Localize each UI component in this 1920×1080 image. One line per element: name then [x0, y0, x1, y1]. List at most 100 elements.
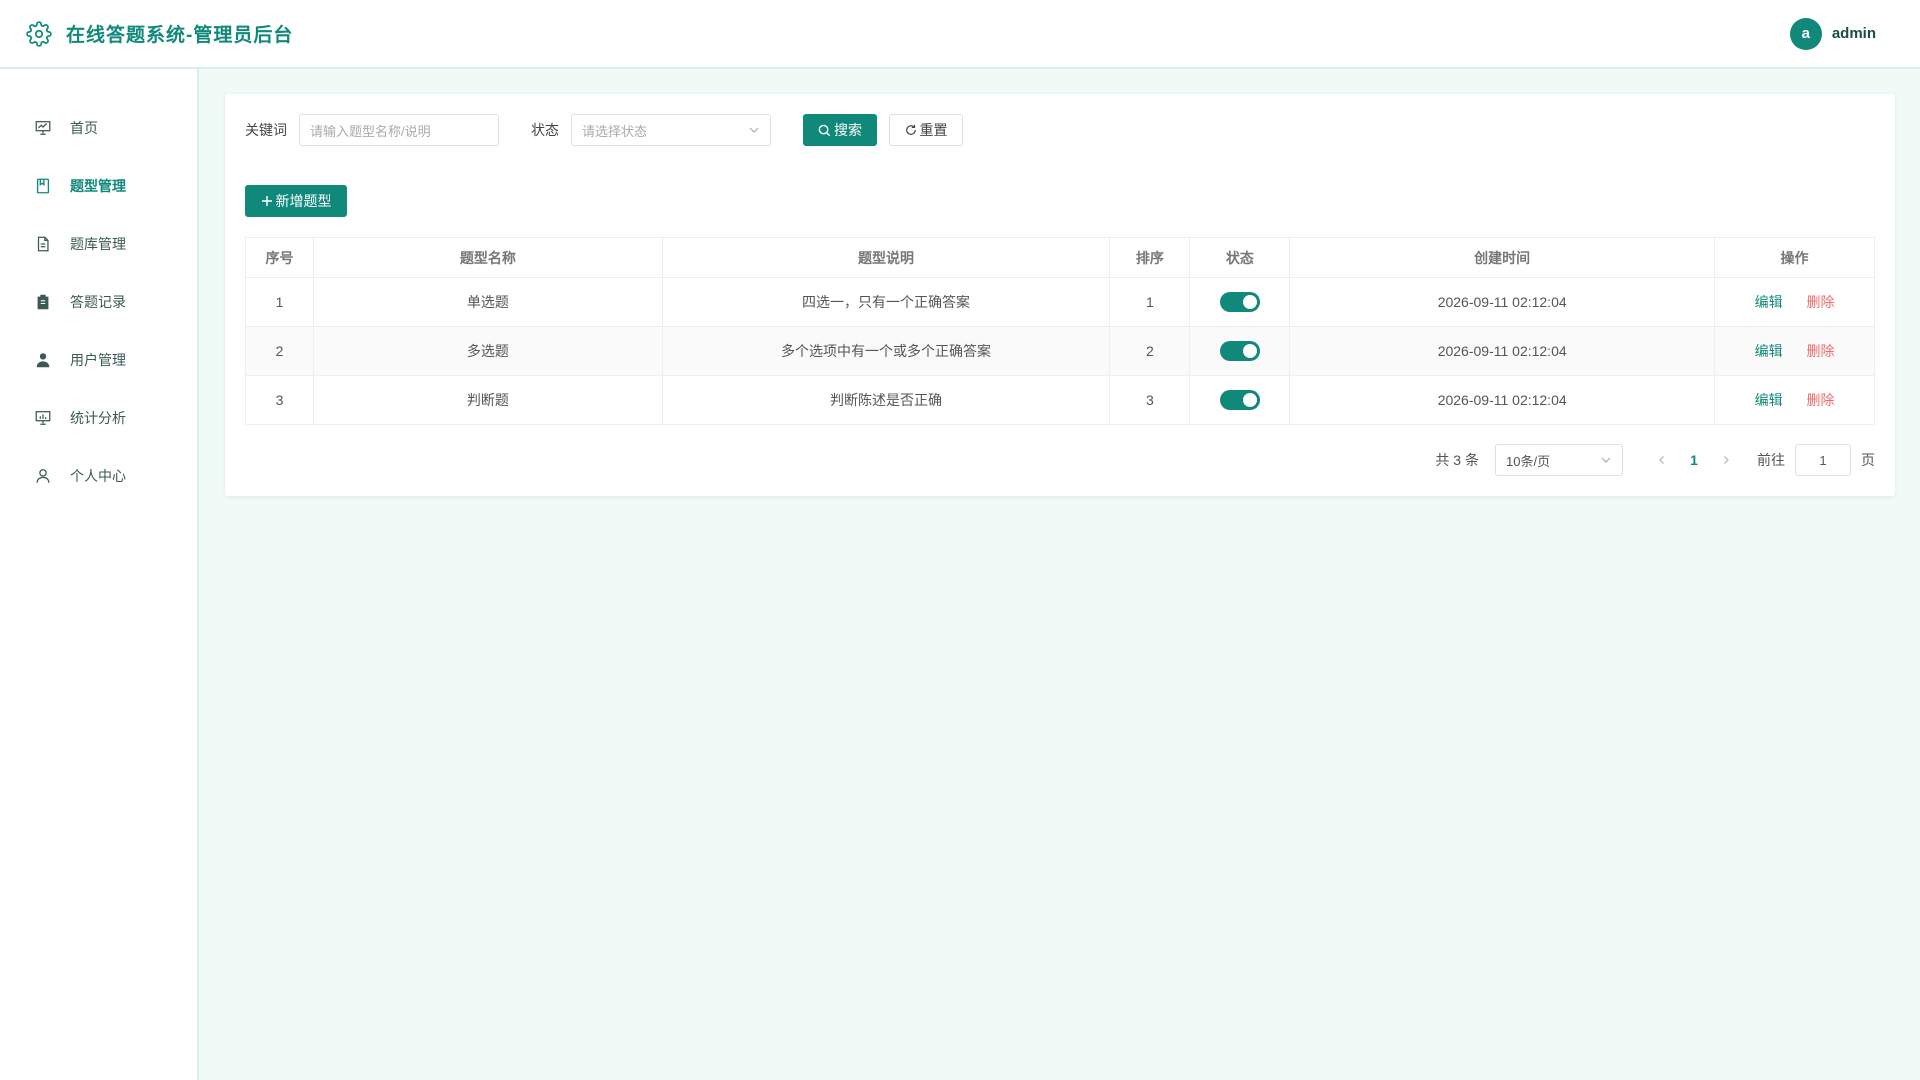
user-menu[interactable]: a admin — [1789, 17, 1876, 50]
chevron-down-icon — [749, 127, 759, 133]
notebook-icon — [36, 178, 50, 194]
chevron-right-icon — [1724, 456, 1729, 464]
sidebar-item-label: 首页 — [70, 120, 98, 136]
status-select[interactable]: 请选择状态 — [571, 114, 771, 146]
plus-icon — [261, 196, 272, 206]
search-icon — [818, 124, 831, 136]
cell-sort: 1 — [1109, 277, 1191, 327]
cell-index: 3 — [245, 375, 314, 425]
keyword-input[interactable]: 请输入题型名称/说明 — [299, 114, 499, 146]
sidebar-item-label: 题库管理 — [70, 236, 126, 252]
table-row: 1 单选题 四选一，只有一个正确答案 1 2026-09-11 02:12:04… — [245, 277, 1875, 327]
page-suffix: 页 — [1861, 452, 1875, 468]
column-header-index: 序号 — [245, 237, 314, 278]
cell-actions: 编辑 删除 — [1714, 375, 1875, 425]
status-placeholder: 请选择状态 — [582, 123, 648, 139]
chevron-down-icon — [1601, 457, 1611, 463]
sidebar: 首页 题型管理 题库管理 答题记录 用户管理 统计分析 个人中心 — [0, 69, 199, 1080]
cell-index: 2 — [245, 326, 314, 376]
total-count: 共 3 条 — [1435, 452, 1479, 468]
clipboard-icon — [37, 294, 49, 310]
keyword-placeholder: 请输入题型名称/说明 — [310, 123, 431, 139]
avatar[interactable]: a — [1789, 17, 1822, 50]
table-row: 2 多选题 多个选项中有一个或多个正确答案 2 2026-09-11 02:12… — [245, 326, 1875, 376]
keyword-label: 关键词 — [245, 122, 287, 138]
column-header-description: 题型说明 — [661, 237, 1111, 278]
status-toggle[interactable] — [1219, 341, 1260, 361]
cell-actions: 编辑 删除 — [1714, 277, 1875, 327]
add-button-label: 新增题型 — [275, 193, 332, 209]
status-label: 状态 — [531, 122, 559, 138]
chevron-left-icon — [1659, 456, 1664, 464]
cell-sort: 3 — [1109, 375, 1191, 425]
user-filled-icon — [36, 353, 50, 368]
cell-created: 2026-09-11 02:12:04 — [1289, 326, 1716, 376]
delete-link[interactable]: 删除 — [1806, 343, 1834, 359]
cell-created: 2026-09-11 02:12:04 — [1289, 277, 1716, 327]
sidebar-item-label: 个人中心 — [70, 468, 126, 484]
gear-icon — [26, 20, 52, 47]
cell-name: 单选题 — [312, 277, 663, 327]
sidebar-item-label: 题型管理 — [70, 178, 126, 194]
search-bar: 关键词 请输入题型名称/说明 状态 请选择状态 搜索 重置 — [245, 114, 1875, 146]
chart-board-icon — [35, 411, 51, 425]
brand: 在线答题系统-管理员后台 — [26, 20, 293, 47]
next-page-button[interactable] — [1711, 452, 1741, 468]
column-header-actions: 操作 — [1714, 237, 1875, 278]
question-type-table: 序号 题型名称 题型说明 排序 状态 创建时间 操作 1 单选题 四选一，只有一… — [245, 237, 1875, 425]
presentation-icon — [35, 121, 51, 135]
status-toggle[interactable] — [1219, 292, 1260, 312]
cell-description: 四选一，只有一个正确答案 — [661, 277, 1111, 327]
edit-link[interactable]: 编辑 — [1755, 392, 1783, 408]
column-header-sort: 排序 — [1109, 237, 1191, 278]
cell-name: 多选题 — [312, 326, 663, 376]
cell-status — [1189, 277, 1291, 327]
status-toggle[interactable] — [1219, 390, 1260, 410]
sidebar-item-label: 答题记录 — [70, 294, 126, 310]
cell-actions: 编辑 删除 — [1714, 326, 1875, 376]
table-row: 3 判断题 判断陈述是否正确 3 2026-09-11 02:12:04 编辑 … — [245, 375, 1875, 425]
page-size-value: 10条/页 — [1506, 453, 1551, 469]
delete-link[interactable]: 删除 — [1806, 392, 1834, 408]
sidebar-item-answer-records[interactable]: 答题记录 — [0, 273, 197, 331]
cell-description: 多个选项中有一个或多个正确答案 — [661, 326, 1111, 376]
column-header-name: 题型名称 — [312, 237, 663, 278]
prev-page-button[interactable] — [1647, 452, 1677, 468]
sidebar-item-question-bank[interactable]: 题库管理 — [0, 215, 197, 273]
reset-button-label: 重置 — [919, 122, 948, 138]
document-icon — [37, 236, 49, 252]
search-button-label: 搜索 — [834, 122, 862, 138]
column-header-created: 创建时间 — [1289, 237, 1716, 278]
cell-status — [1189, 326, 1291, 376]
edit-link[interactable]: 编辑 — [1755, 343, 1783, 359]
goto-label: 前往 — [1757, 452, 1785, 468]
delete-link[interactable]: 删除 — [1806, 294, 1834, 310]
refresh-icon — [905, 124, 916, 135]
goto-page-value: 1 — [1819, 452, 1827, 468]
sidebar-item-statistics[interactable]: 统计分析 — [0, 389, 197, 447]
page-number-current[interactable]: 1 — [1677, 452, 1711, 468]
column-header-status: 状态 — [1189, 237, 1291, 278]
content-card: 关键词 请输入题型名称/说明 状态 请选择状态 搜索 重置 新增题型 序号 题型… — [225, 94, 1895, 496]
sidebar-item-question-types[interactable]: 题型管理 — [0, 157, 197, 215]
add-question-type-button[interactable]: 新增题型 — [245, 185, 347, 217]
cell-name: 判断题 — [312, 375, 663, 425]
goto-page-input[interactable]: 1 — [1795, 444, 1851, 476]
page-size-select[interactable]: 10条/页 — [1495, 444, 1623, 476]
sidebar-item-users[interactable]: 用户管理 — [0, 331, 197, 389]
sidebar-item-home[interactable]: 首页 — [0, 99, 197, 157]
cell-sort: 2 — [1109, 326, 1191, 376]
cell-created: 2026-09-11 02:12:04 — [1289, 375, 1716, 425]
sidebar-item-profile[interactable]: 个人中心 — [0, 447, 197, 505]
reset-button[interactable]: 重置 — [889, 114, 963, 146]
search-button[interactable]: 搜索 — [803, 114, 877, 146]
cell-status — [1189, 375, 1291, 425]
cell-index: 1 — [245, 277, 314, 327]
username[interactable]: admin — [1832, 25, 1876, 42]
top-header: 在线答题系统-管理员后台 a admin — [0, 0, 1920, 69]
pagination: 共 3 条 10条/页 1 前往 1 页 — [1435, 444, 1875, 476]
user-outline-icon — [36, 469, 50, 483]
sidebar-item-label: 统计分析 — [70, 410, 126, 426]
edit-link[interactable]: 编辑 — [1755, 294, 1783, 310]
cell-description: 判断陈述是否正确 — [661, 375, 1111, 425]
